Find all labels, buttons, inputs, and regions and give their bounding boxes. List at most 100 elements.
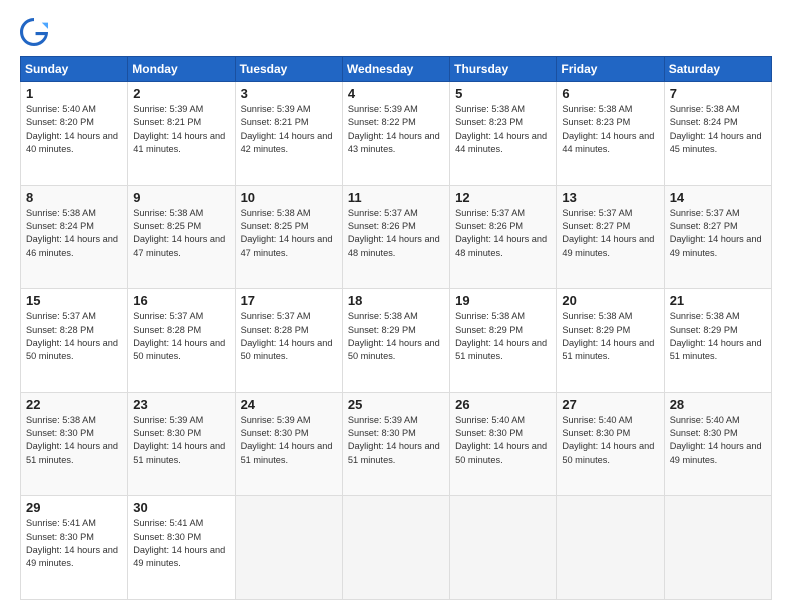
- calendar-week-1: 1Sunrise: 5:40 AMSunset: 8:20 PMDaylight…: [21, 82, 772, 186]
- calendar-cell: 6 Sunrise: 5:38 AMSunset: 8:23 PMDaylight…: [557, 82, 664, 186]
- day-number: 15: [26, 293, 122, 308]
- calendar-cell: 21 Sunrise: 5:38 AMSunset: 8:29 PMDayligh…: [664, 289, 771, 393]
- calendar-cell: 17 Sunrise: 5:37 AMSunset: 8:28 PMDayligh…: [235, 289, 342, 393]
- calendar-week-5: 29 Sunrise: 5:41 AMSunset: 8:30 PMDayligh…: [21, 496, 772, 600]
- calendar-cell: 15 Sunrise: 5:37 AMSunset: 8:28 PMDayligh…: [21, 289, 128, 393]
- calendar-cell: 13 Sunrise: 5:37 AMSunset: 8:27 PMDayligh…: [557, 185, 664, 289]
- day-info: Sunrise: 5:37 AMSunset: 8:27 PMDaylight:…: [670, 207, 766, 260]
- day-info: Sunrise: 5:37 AMSunset: 8:28 PMDaylight:…: [26, 310, 122, 363]
- day-info: Sunrise: 5:40 AMSunset: 8:30 PMDaylight:…: [455, 414, 551, 467]
- day-info: Sunrise: 5:38 AMSunset: 8:30 PMDaylight:…: [26, 414, 122, 467]
- day-info: Sunrise: 5:38 AMSunset: 8:25 PMDaylight:…: [133, 207, 229, 260]
- day-number: 2: [133, 86, 229, 101]
- calendar-cell: 11 Sunrise: 5:37 AMSunset: 8:26 PMDayligh…: [342, 185, 449, 289]
- day-info: Sunrise: 5:39 AMSunset: 8:30 PMDaylight:…: [348, 414, 444, 467]
- day-info: Sunrise: 5:39 AMSunset: 8:22 PMDaylight:…: [348, 103, 444, 156]
- calendar-cell: 12 Sunrise: 5:37 AMSunset: 8:26 PMDayligh…: [450, 185, 557, 289]
- calendar-table: SundayMondayTuesdayWednesdayThursdayFrid…: [20, 56, 772, 600]
- day-number: 7: [670, 86, 766, 101]
- day-number: 12: [455, 190, 551, 205]
- day-info: Sunrise: 5:39 AMSunset: 8:21 PMDaylight:…: [133, 103, 229, 156]
- calendar-cell: [235, 496, 342, 600]
- calendar-week-3: 15 Sunrise: 5:37 AMSunset: 8:28 PMDayligh…: [21, 289, 772, 393]
- calendar-cell: [557, 496, 664, 600]
- calendar-cell: 7 Sunrise: 5:38 AMSunset: 8:24 PMDaylight…: [664, 82, 771, 186]
- day-info: Sunrise: 5:38 AMSunset: 8:29 PMDaylight:…: [348, 310, 444, 363]
- calendar-cell: 25 Sunrise: 5:39 AMSunset: 8:30 PMDayligh…: [342, 392, 449, 496]
- day-info: Sunrise: 5:38 AMSunset: 8:24 PMDaylight:…: [26, 207, 122, 260]
- calendar-cell: 10Sunrise: 5:38 AMSunset: 8:25 PMDayligh…: [235, 185, 342, 289]
- day-number: 11: [348, 190, 444, 205]
- calendar-cell: 24 Sunrise: 5:39 AMSunset: 8:30 PMDayligh…: [235, 392, 342, 496]
- day-number: 30: [133, 500, 229, 515]
- calendar-week-2: 8 Sunrise: 5:38 AMSunset: 8:24 PMDaylight…: [21, 185, 772, 289]
- col-header-sunday: Sunday: [21, 57, 128, 82]
- day-number: 29: [26, 500, 122, 515]
- day-number: 10: [241, 190, 337, 205]
- header: [20, 18, 772, 46]
- day-number: 22: [26, 397, 122, 412]
- day-number: 9: [133, 190, 229, 205]
- calendar-cell: 3 Sunrise: 5:39 AMSunset: 8:21 PMDaylight…: [235, 82, 342, 186]
- col-header-wednesday: Wednesday: [342, 57, 449, 82]
- day-info: Sunrise: 5:38 AMSunset: 8:29 PMDaylight:…: [670, 310, 766, 363]
- col-header-thursday: Thursday: [450, 57, 557, 82]
- day-info: Sunrise: 5:39 AMSunset: 8:30 PMDaylight:…: [241, 414, 337, 467]
- calendar-cell: 26 Sunrise: 5:40 AMSunset: 8:30 PMDayligh…: [450, 392, 557, 496]
- day-number: 14: [670, 190, 766, 205]
- day-number: 23: [133, 397, 229, 412]
- day-number: 28: [670, 397, 766, 412]
- day-number: 25: [348, 397, 444, 412]
- day-info: Sunrise: 5:38 AMSunset: 8:29 PMDaylight:…: [562, 310, 658, 363]
- day-number: 24: [241, 397, 337, 412]
- day-number: 5: [455, 86, 551, 101]
- day-number: 18: [348, 293, 444, 308]
- day-number: 6: [562, 86, 658, 101]
- col-header-saturday: Saturday: [664, 57, 771, 82]
- day-number: 19: [455, 293, 551, 308]
- calendar-cell: 9 Sunrise: 5:38 AMSunset: 8:25 PMDaylight…: [128, 185, 235, 289]
- day-number: 1: [26, 86, 122, 101]
- day-number: 26: [455, 397, 551, 412]
- calendar-cell: 8 Sunrise: 5:38 AMSunset: 8:24 PMDaylight…: [21, 185, 128, 289]
- day-info: Sunrise: 5:38 AMSunset: 8:23 PMDaylight:…: [562, 103, 658, 156]
- calendar-cell: 18 Sunrise: 5:38 AMSunset: 8:29 PMDayligh…: [342, 289, 449, 393]
- day-info: Sunrise: 5:39 AMSunset: 8:30 PMDaylight:…: [133, 414, 229, 467]
- day-info: Sunrise: 5:38 AMSunset: 8:23 PMDaylight:…: [455, 103, 551, 156]
- day-info: Sunrise: 5:37 AMSunset: 8:28 PMDaylight:…: [241, 310, 337, 363]
- day-number: 8: [26, 190, 122, 205]
- day-number: 21: [670, 293, 766, 308]
- day-number: 13: [562, 190, 658, 205]
- logo: [20, 18, 52, 46]
- day-number: 4: [348, 86, 444, 101]
- day-number: 27: [562, 397, 658, 412]
- calendar-cell: 14 Sunrise: 5:37 AMSunset: 8:27 PMDayligh…: [664, 185, 771, 289]
- calendar-cell: 28 Sunrise: 5:40 AMSunset: 8:30 PMDayligh…: [664, 392, 771, 496]
- day-info: Sunrise: 5:37 AMSunset: 8:26 PMDaylight:…: [348, 207, 444, 260]
- calendar-cell: 30 Sunrise: 5:41 AMSunset: 8:30 PMDayligh…: [128, 496, 235, 600]
- calendar-week-4: 22 Sunrise: 5:38 AMSunset: 8:30 PMDayligh…: [21, 392, 772, 496]
- day-number: 17: [241, 293, 337, 308]
- calendar-cell: 16Sunrise: 5:37 AMSunset: 8:28 PMDayligh…: [128, 289, 235, 393]
- calendar-cell: 2 Sunrise: 5:39 AMSunset: 8:21 PMDaylight…: [128, 82, 235, 186]
- day-number: 3: [241, 86, 337, 101]
- day-info: Sunrise: 5:37 AMSunset: 8:27 PMDaylight:…: [562, 207, 658, 260]
- col-header-tuesday: Tuesday: [235, 57, 342, 82]
- day-info: Sunrise: 5:41 AMSunset: 8:30 PMDaylight:…: [133, 517, 229, 570]
- day-info: Sunrise: 5:37 AMSunset: 8:26 PMDaylight:…: [455, 207, 551, 260]
- day-number: 20: [562, 293, 658, 308]
- day-info: Sunrise: 5:37 AMSunset: 8:28 PMDaylight:…: [133, 310, 229, 363]
- day-info: Sunrise: 5:40 AMSunset: 8:30 PMDaylight:…: [562, 414, 658, 467]
- day-info: Sunrise: 5:38 AMSunset: 8:24 PMDaylight:…: [670, 103, 766, 156]
- calendar-cell: [664, 496, 771, 600]
- day-info: Sunrise: 5:39 AMSunset: 8:21 PMDaylight:…: [241, 103, 337, 156]
- calendar-cell: [342, 496, 449, 600]
- calendar-cell: 27 Sunrise: 5:40 AMSunset: 8:30 PMDayligh…: [557, 392, 664, 496]
- calendar-cell: 23 Sunrise: 5:39 AMSunset: 8:30 PMDayligh…: [128, 392, 235, 496]
- col-header-friday: Friday: [557, 57, 664, 82]
- calendar-cell: 5 Sunrise: 5:38 AMSunset: 8:23 PMDaylight…: [450, 82, 557, 186]
- day-info: Sunrise: 5:40 AMSunset: 8:30 PMDaylight:…: [670, 414, 766, 467]
- calendar-cell: 4 Sunrise: 5:39 AMSunset: 8:22 PMDaylight…: [342, 82, 449, 186]
- calendar-cell: 1Sunrise: 5:40 AMSunset: 8:20 PMDaylight…: [21, 82, 128, 186]
- logo-icon: [20, 18, 48, 46]
